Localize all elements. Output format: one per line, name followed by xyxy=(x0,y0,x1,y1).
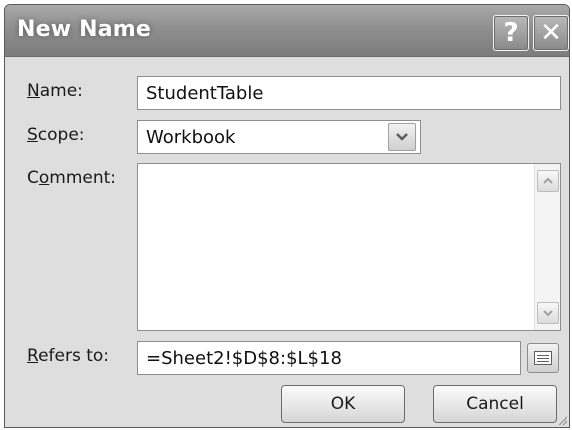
scope-select[interactable]: Workbook xyxy=(137,120,421,154)
name-label: Name: xyxy=(27,81,83,101)
ok-button-label: OK xyxy=(330,394,356,414)
resize-grip-icon[interactable] xyxy=(557,415,567,425)
comment-label: Comment: xyxy=(27,168,117,188)
arrow-up-icon xyxy=(543,177,553,184)
name-input-value: StudentTable xyxy=(146,82,264,104)
help-icon: ? xyxy=(503,18,519,48)
scroll-down-button[interactable] xyxy=(537,302,559,324)
new-name-dialog: New Name ? ✕ Name: StudentTable Scope: W… xyxy=(4,4,570,428)
collapse-dialog-button[interactable] xyxy=(527,343,559,373)
close-button[interactable]: ✕ xyxy=(533,15,569,51)
ok-button[interactable]: OK xyxy=(281,385,405,423)
scroll-up-button[interactable] xyxy=(537,170,559,192)
range-collapse-icon xyxy=(534,351,552,365)
title-bar: New Name ? ✕ xyxy=(5,5,569,57)
scope-dropdown-button[interactable] xyxy=(388,123,416,151)
arrow-down-icon xyxy=(543,310,553,317)
comment-textarea[interactable] xyxy=(137,163,561,331)
help-button[interactable]: ? xyxy=(493,15,529,51)
refers-to-label: Refers to: xyxy=(27,346,110,366)
name-input[interactable]: StudentTable xyxy=(137,76,561,110)
comment-scrollbar[interactable] xyxy=(534,164,560,330)
scope-select-value: Workbook xyxy=(146,126,236,148)
refers-to-value: =Sheet2!$D$8:$L$18 xyxy=(146,347,342,369)
refers-to-input[interactable]: =Sheet2!$D$8:$L$18 xyxy=(137,341,521,375)
cancel-button[interactable]: Cancel xyxy=(433,385,557,423)
scope-label: Scope: xyxy=(27,125,85,145)
chevron-down-icon xyxy=(396,133,408,141)
close-icon: ✕ xyxy=(540,18,562,48)
dialog-title: New Name xyxy=(17,17,152,42)
cancel-button-label: Cancel xyxy=(466,394,524,414)
